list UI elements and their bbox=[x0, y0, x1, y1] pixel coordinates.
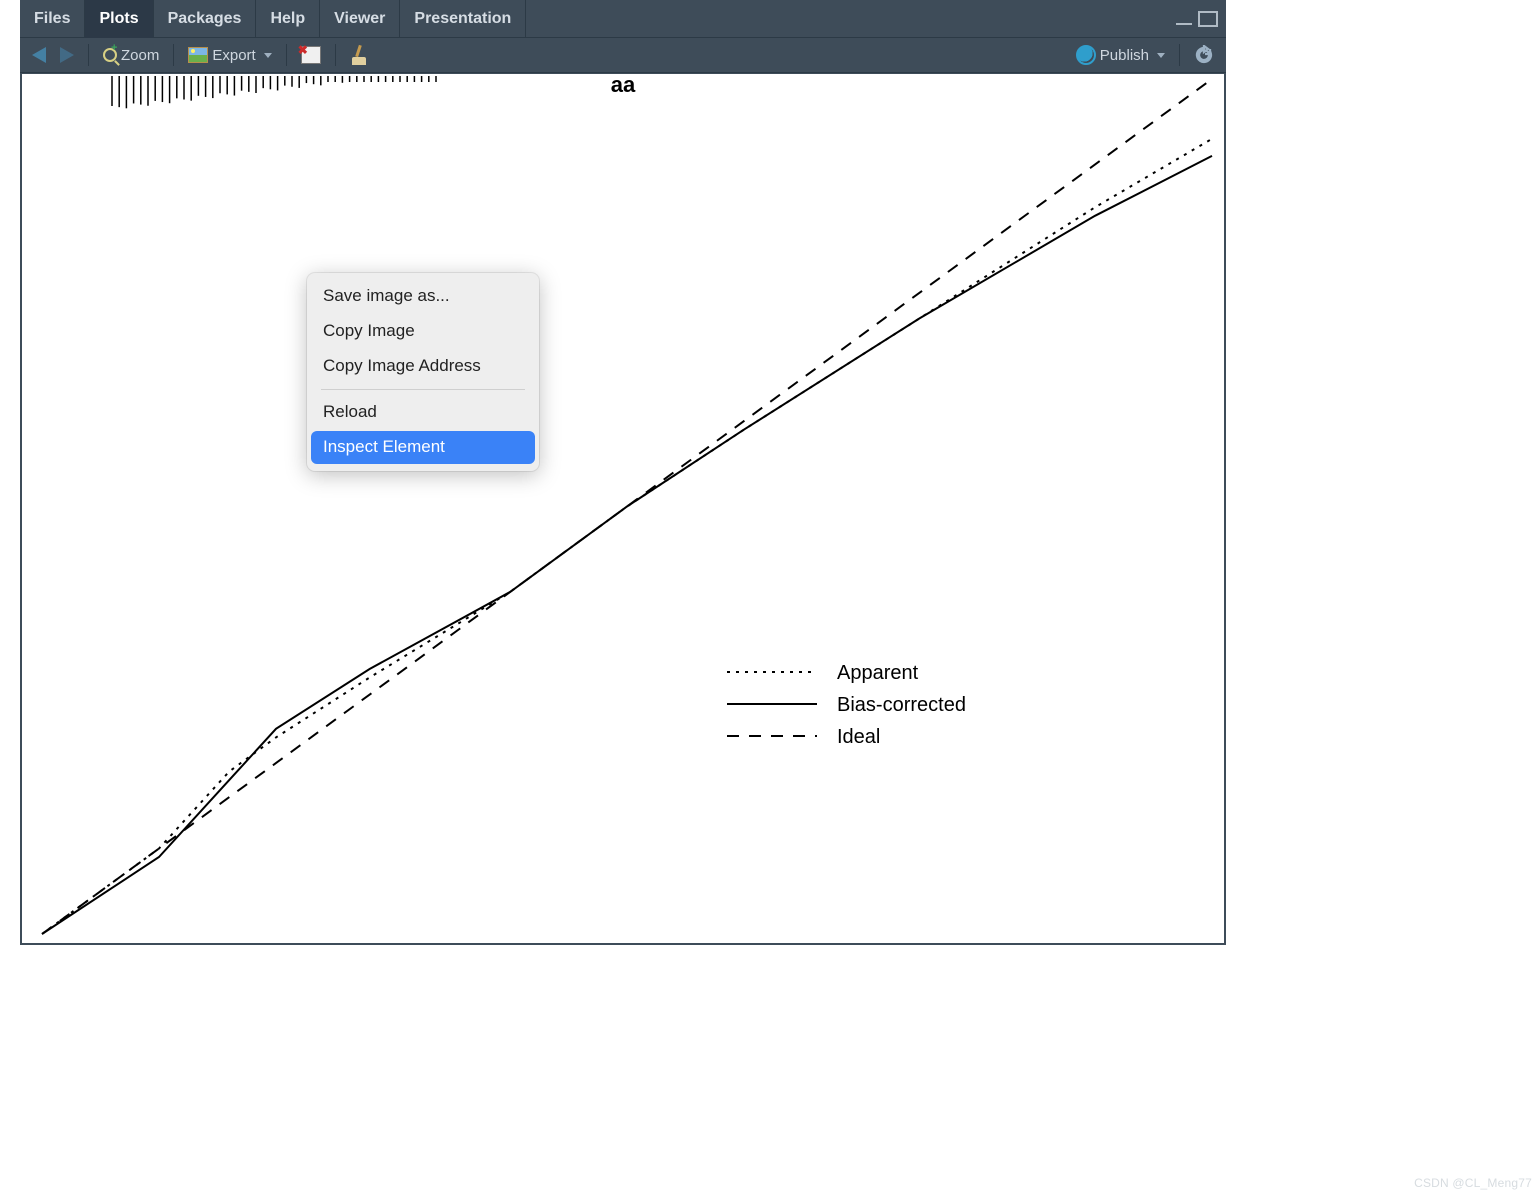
previous-plot-button[interactable] bbox=[28, 45, 50, 65]
watermark: CSDN @CL_Meng77 bbox=[1414, 1176, 1532, 1190]
menu-inspect-element[interactable]: Inspect Element bbox=[311, 431, 535, 464]
legend-ideal: Ideal bbox=[837, 726, 880, 748]
legend-apparent: Apparent bbox=[837, 662, 919, 684]
rstudio-plots-panel: Files Plots Packages Help Viewer Present… bbox=[20, 0, 1226, 945]
calibration-chart: aa Apparent Bias-corrected Ideal bbox=[22, 74, 1224, 943]
zoom-icon: + bbox=[103, 48, 117, 62]
panel-window-controls bbox=[1176, 0, 1226, 38]
menu-save-image-as[interactable]: Save image as... bbox=[307, 279, 539, 314]
menu-separator bbox=[321, 389, 525, 390]
broom-icon bbox=[350, 46, 368, 64]
publish-label: Publish bbox=[1100, 47, 1149, 64]
dropdown-arrow-icon bbox=[264, 53, 272, 58]
publish-icon bbox=[1076, 45, 1096, 65]
tab-presentation[interactable]: Presentation bbox=[400, 0, 526, 38]
tab-plots[interactable]: Plots bbox=[85, 0, 153, 38]
dropdown-arrow-icon bbox=[1157, 53, 1165, 58]
tab-viewer[interactable]: Viewer bbox=[320, 0, 400, 38]
refresh-button[interactable] bbox=[1190, 43, 1218, 67]
menu-copy-image-address[interactable]: Copy Image Address bbox=[307, 349, 539, 384]
plots-toolbar: + Zoom Export Publish bbox=[20, 38, 1226, 73]
menu-reload[interactable]: Reload bbox=[307, 395, 539, 430]
tab-help[interactable]: Help bbox=[256, 0, 320, 38]
publish-button[interactable]: Publish bbox=[1072, 43, 1169, 67]
arrow-left-icon bbox=[32, 47, 46, 63]
menu-copy-image[interactable]: Copy Image bbox=[307, 314, 539, 349]
export-label: Export bbox=[212, 47, 255, 64]
remove-icon bbox=[301, 46, 321, 64]
next-plot-button[interactable] bbox=[56, 45, 78, 65]
context-menu: Save image as... Copy Image Copy Image A… bbox=[307, 273, 539, 471]
clear-all-button[interactable] bbox=[346, 44, 372, 66]
picture-icon bbox=[188, 47, 208, 63]
refresh-icon bbox=[1194, 45, 1214, 65]
plot-title: aa bbox=[611, 74, 636, 97]
maximize-icon[interactable] bbox=[1198, 11, 1218, 27]
plot-canvas[interactable]: aa Apparent Bias-corrected Ideal bbox=[22, 74, 1224, 943]
panel-tabbar: Files Plots Packages Help Viewer Present… bbox=[20, 0, 1226, 38]
arrow-right-icon bbox=[60, 47, 74, 63]
legend-bias-corrected: Bias-corrected bbox=[837, 694, 966, 716]
tab-files[interactable]: Files bbox=[20, 0, 85, 38]
remove-plot-button[interactable] bbox=[297, 44, 325, 66]
zoom-button[interactable]: + Zoom bbox=[99, 45, 163, 66]
zoom-label: Zoom bbox=[121, 47, 159, 64]
minimize-icon[interactable] bbox=[1176, 23, 1192, 25]
export-button[interactable]: Export bbox=[184, 45, 275, 66]
tab-packages[interactable]: Packages bbox=[154, 0, 257, 38]
